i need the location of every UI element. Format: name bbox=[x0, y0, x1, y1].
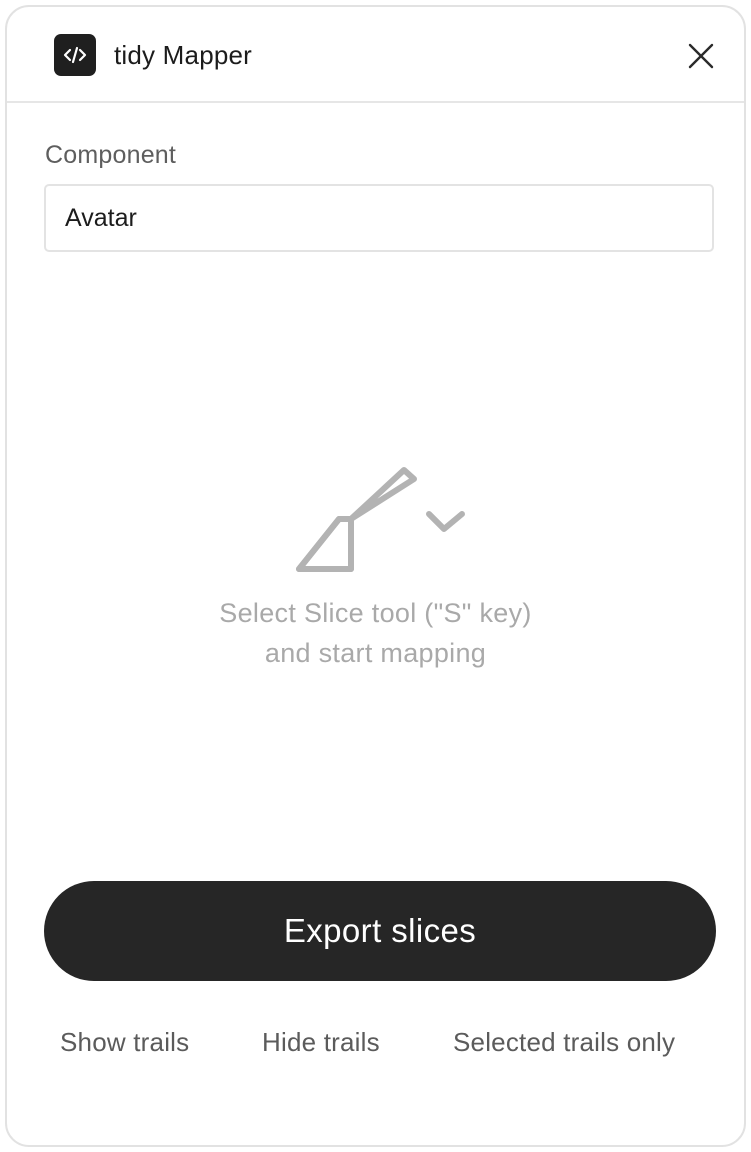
code-brackets-icon bbox=[54, 34, 96, 76]
empty-state-hint-line-2: and start mapping bbox=[264, 638, 487, 668]
selected-trails-only-link[interactable]: Selected trails only bbox=[453, 1023, 675, 1061]
header-bar: tidy Mapper bbox=[7, 7, 744, 103]
close-button[interactable] bbox=[682, 37, 720, 75]
component-input[interactable] bbox=[44, 184, 714, 252]
app-title: tidy Mapper bbox=[114, 40, 253, 70]
hide-trails-link[interactable]: Hide trails bbox=[262, 1023, 380, 1061]
code-brackets-glyph bbox=[63, 46, 87, 64]
plugin-window: tidy Mapper Component Select Slice tool … bbox=[5, 5, 746, 1147]
close-icon[interactable] bbox=[687, 42, 715, 70]
empty-state-hint-line-1: Select Slice tool ("S" key) bbox=[219, 598, 532, 628]
component-label: Component bbox=[45, 141, 177, 169]
show-trails-link[interactable]: Show trails bbox=[60, 1023, 189, 1061]
export-slices-button[interactable]: Export slices bbox=[44, 881, 716, 981]
empty-state: Select Slice tool ("S" key) and start ma… bbox=[7, 457, 744, 697]
slice-tool-icon bbox=[296, 467, 465, 572]
